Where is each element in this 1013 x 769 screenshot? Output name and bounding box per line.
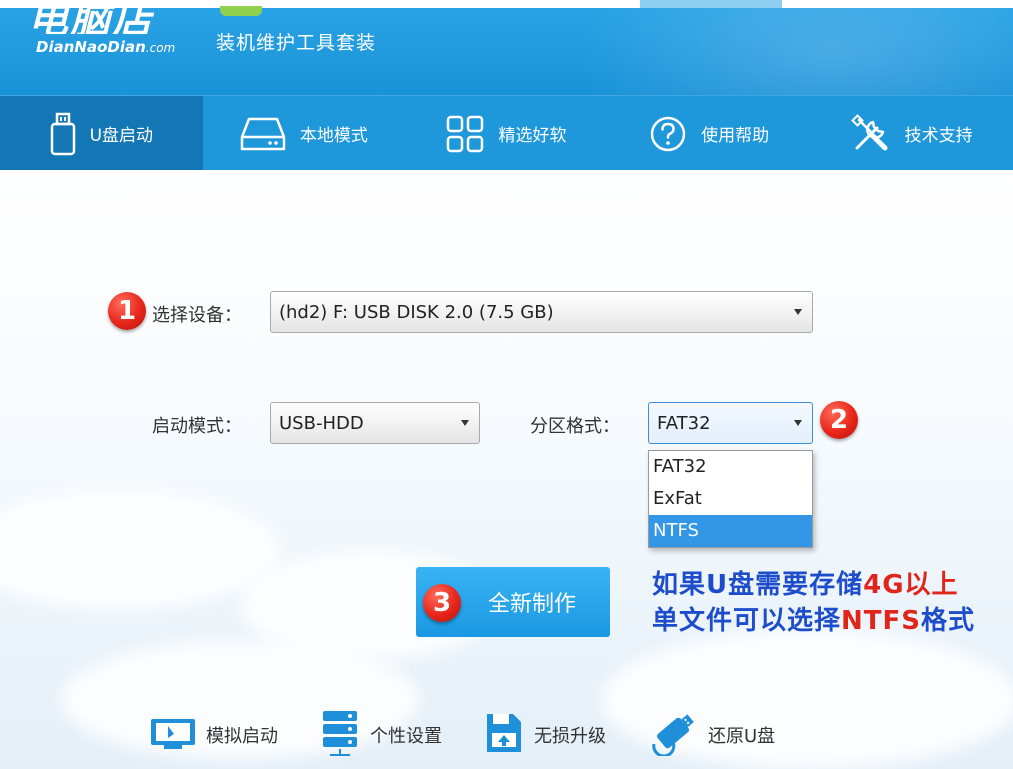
partition-option-fat32[interactable]: FAT32 bbox=[649, 451, 812, 483]
step-badge-2: 2 bbox=[820, 401, 858, 439]
logo-english: DianNaoDian.com bbox=[36, 38, 176, 56]
nav-label: 本地模式 bbox=[299, 126, 368, 146]
nav-item-tech-support[interactable]: 技术支持 bbox=[810, 96, 1013, 171]
nav-label: 使用帮助 bbox=[701, 126, 770, 146]
lossless-upgrade-button[interactable]: 无损升级 bbox=[484, 711, 606, 760]
app-grid-icon bbox=[446, 115, 484, 153]
simulate-boot-label: 模拟启动 bbox=[206, 726, 278, 747]
nav-item-local-mode[interactable]: 本地模式 bbox=[203, 96, 406, 171]
logo-badge bbox=[220, 6, 262, 16]
personal-settings-button[interactable]: 个性设置 bbox=[320, 709, 442, 762]
make-button-label: 全新制作 bbox=[487, 592, 576, 617]
partition-option-ntfs[interactable]: NTFS bbox=[649, 515, 812, 547]
note-line-1: 如果U盘需要存储4G以上 bbox=[652, 570, 959, 600]
nav-label: U盘启动 bbox=[89, 126, 154, 146]
app-header: 电脑店 DianNaoDian.com 装机维护工具套装 bbox=[0, 0, 1013, 95]
nav-item-selected-software[interactable]: 精选好软 bbox=[405, 96, 608, 171]
boot-mode-label: 启动模式： bbox=[152, 416, 242, 437]
usb-drive-icon bbox=[50, 112, 76, 156]
boot-mode-select[interactable]: USB-HDD bbox=[270, 402, 480, 444]
hard-disk-icon bbox=[240, 115, 286, 153]
step-badge-1: 1 bbox=[108, 292, 146, 330]
device-label: 选择设备： bbox=[152, 305, 242, 326]
lossless-upgrade-label: 无损升级 bbox=[534, 726, 606, 747]
chevron-down-icon bbox=[794, 420, 802, 426]
ntfs-hint-note: 如果U盘需要存储4G以上 单文件可以选择NTFS格式 bbox=[652, 567, 975, 639]
partition-select-value: FAT32 bbox=[657, 412, 711, 434]
device-select[interactable]: (hd2) F: USB DISK 2.0 (7.5 GB) bbox=[270, 291, 813, 333]
bottom-toolbar: 模拟启动 个性设置 无损升级 还原U盘 bbox=[150, 710, 775, 760]
chevron-down-icon bbox=[461, 420, 469, 426]
partition-option-exfat[interactable]: ExFat bbox=[649, 483, 812, 515]
nav-label: 技术支持 bbox=[904, 126, 973, 146]
background-cloud bbox=[0, 490, 280, 610]
partition-select[interactable]: FAT32 bbox=[648, 402, 813, 444]
upgrade-icon bbox=[484, 711, 524, 760]
main-panel: 1 选择设备： (hd2) F: USB DISK 2.0 (7.5 GB) 启… bbox=[0, 170, 1013, 769]
partition-dropdown-list: FAT32 ExFat NTFS bbox=[648, 450, 813, 548]
help-icon bbox=[649, 115, 687, 153]
step-badge-3: 3 bbox=[423, 584, 461, 622]
partition-label: 分区格式： bbox=[530, 416, 620, 437]
restore-usb-icon bbox=[648, 710, 698, 761]
nav-item-help[interactable]: 使用帮助 bbox=[608, 96, 811, 171]
device-select-value: (hd2) F: USB DISK 2.0 (7.5 GB) bbox=[279, 301, 554, 323]
personal-settings-label: 个性设置 bbox=[370, 726, 442, 747]
boot-mode-select-value: USB-HDD bbox=[279, 412, 364, 434]
note-line-2: 单文件可以选择NTFS格式 bbox=[652, 606, 976, 636]
server-settings-icon bbox=[320, 709, 360, 762]
chevron-down-icon bbox=[794, 309, 802, 315]
tools-icon bbox=[850, 113, 891, 154]
logo-chinese: 电脑店 bbox=[28, 2, 154, 34]
restore-usb-label: 还原U盘 bbox=[708, 726, 776, 747]
main-nav: U盘启动 本地模式 精选好软 使用帮助 技术支持 bbox=[0, 95, 1013, 171]
app-tagline: 装机维护工具套装 bbox=[216, 32, 377, 54]
nav-label: 精选好软 bbox=[498, 126, 567, 146]
simulate-boot-button[interactable]: 模拟启动 bbox=[150, 713, 278, 758]
monitor-icon bbox=[150, 713, 196, 758]
window-top-tab bbox=[640, 0, 782, 8]
restore-usb-button[interactable]: 还原U盘 bbox=[648, 710, 775, 761]
nav-item-usb-boot[interactable]: U盘启动 bbox=[0, 96, 203, 171]
